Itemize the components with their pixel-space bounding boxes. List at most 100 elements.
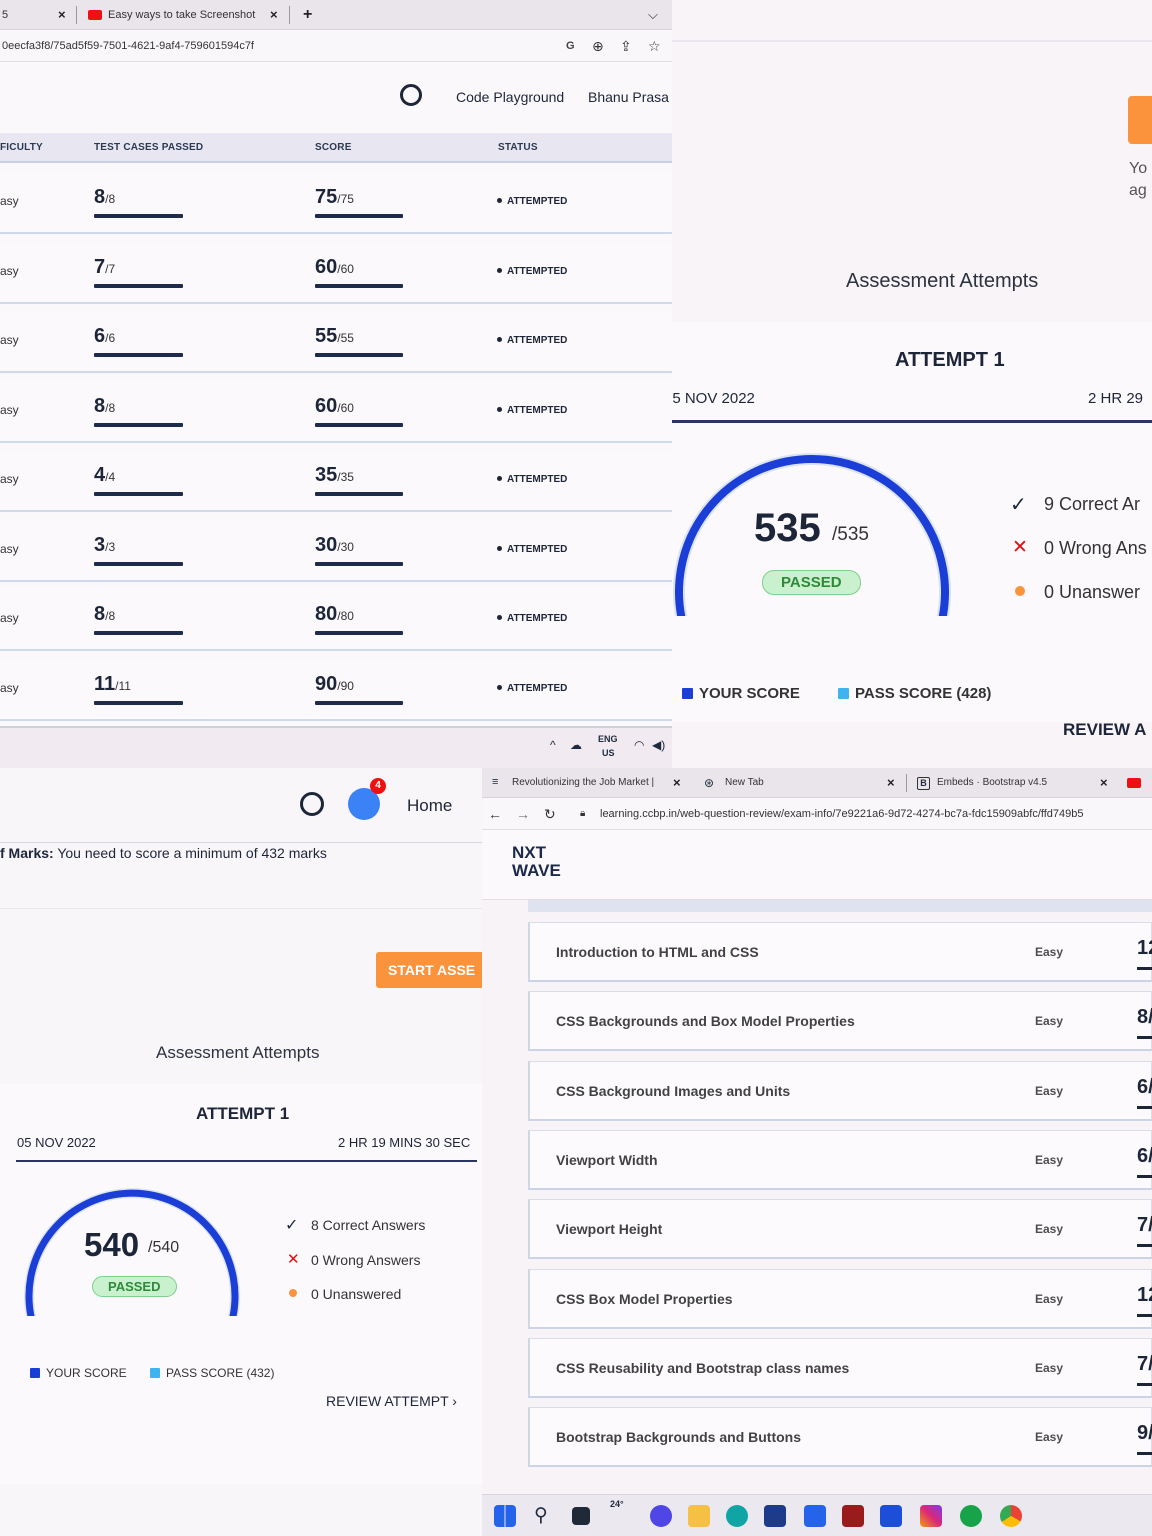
close-tab-icon[interactable]: × (673, 768, 681, 798)
tab-divider (289, 6, 290, 24)
legend-label: PASS SCORE (432) (166, 1366, 275, 1380)
status-cell: ATTEMPTED (497, 683, 567, 694)
cloud-icon[interactable]: ☁ (570, 738, 582, 752)
browser-tab-label[interactable]: New Tab (725, 768, 764, 798)
question-title: Introduction to HTML and CSS (556, 944, 759, 960)
close-tab-icon[interactable]: × (270, 0, 278, 30)
file-explorer-icon[interactable] (688, 1505, 710, 1527)
chat-app-icon[interactable] (650, 1505, 672, 1527)
review-attempt-link[interactable]: REVIEW ATTEMPT › (326, 1393, 457, 1409)
app-l-icon[interactable] (804, 1505, 826, 1527)
attempt-title: ATTEMPT 1 (895, 349, 1005, 371)
tests-passed-cell: 8/8 (94, 603, 116, 625)
user-name[interactable]: Bhanu Prasa (588, 89, 669, 105)
question-row[interactable]: Viewport Height Easy 7/ (528, 1199, 1152, 1260)
language-top[interactable]: ENG (598, 734, 618, 744)
question-score: 12 (1137, 937, 1152, 959)
question-row[interactable]: Viewport Width Easy 6/ (528, 1129, 1152, 1190)
check-icon: ✓ (285, 1217, 299, 1234)
tests-passed-bar (94, 631, 183, 635)
question-title: Viewport Height (556, 1221, 663, 1238)
install-icon[interactable]: ⊕ (592, 30, 604, 62)
google-icon[interactable]: G (566, 30, 575, 62)
question-row[interactable]: Bootstrap Backgrounds and Buttons Easy 9/ (528, 1407, 1152, 1468)
wifi-icon[interactable]: ◠ (634, 738, 644, 752)
bookmark-star-icon[interactable]: ☆ (648, 30, 661, 62)
chevron-down-icon[interactable]: ⌵ (648, 0, 658, 30)
store-icon[interactable] (764, 1505, 786, 1527)
status-cell: ATTEMPTED (497, 196, 567, 207)
address-bar[interactable]: ← → ↻ 🔒︎ learning.ccbp.in/web-question-r… (482, 798, 1152, 830)
score-bar (315, 631, 403, 635)
timer-icon[interactable] (400, 84, 422, 106)
weather-temp[interactable]: 24° (610, 1499, 624, 1509)
chevron-up-icon[interactable]: ^ (550, 738, 556, 752)
question-row[interactable]: CSS Background Images and Units Easy 6/ (528, 1060, 1152, 1121)
difficulty-cell: asy (0, 194, 19, 208)
close-tab-icon[interactable]: × (58, 0, 66, 30)
nxtwave-logo-top[interactable]: NXT (512, 844, 546, 861)
legend-your-score: YOUR SCORE (682, 685, 800, 702)
url-text[interactable]: learning.ccbp.in/web-question-review/exa… (600, 798, 1084, 830)
tests-passed-cell: 4/4 (94, 464, 116, 486)
close-tab-icon[interactable]: × (887, 768, 895, 798)
score-bar (315, 422, 403, 427)
question-row[interactable]: Introduction to HTML and CSS Easy 12 (528, 922, 1152, 982)
browser-tab-label[interactable]: Embeds · Bootstrap v4.5 (937, 768, 1047, 798)
browser-tab-label[interactable]: Easy ways to take Screenshot in (108, 0, 260, 30)
browser-tab-bar: 5 × Easy ways to take Screenshot in × + … (0, 0, 672, 30)
question-row[interactable]: CSS Backgrounds and Box Model Properties… (528, 991, 1152, 1052)
system-tray: ^ ☁ ENG US ◠ ◀) (0, 726, 672, 768)
cross-icon: ✕ (1012, 537, 1028, 558)
nxtwave-logo-bottom[interactable]: WAVE (512, 862, 561, 879)
windows-start-icon[interactable] (494, 1505, 516, 1527)
volume-icon[interactable]: ◀) (652, 738, 665, 752)
address-bar[interactable]: 0eecfa3f8/75ad5f59-7501-4621-9af4-759601… (0, 30, 672, 62)
edge-browser-icon[interactable] (726, 1505, 748, 1527)
back-arrow-icon[interactable]: ← (488, 798, 502, 830)
score-bar (315, 214, 403, 218)
nav-code-playground[interactable]: Code Playground (456, 89, 564, 105)
tests-passed-cell: 8/8 (94, 186, 116, 208)
reload-icon[interactable]: ↻ (544, 798, 556, 830)
outlook-icon[interactable] (880, 1505, 902, 1527)
legend-swatch (150, 1368, 160, 1378)
section-title: Assessment Attempts (846, 270, 1039, 292)
review-attempt-link[interactable]: REVIEW A (1063, 720, 1146, 740)
close-tab-icon[interactable]: × (1100, 768, 1108, 798)
start-assessment-button[interactable] (1128, 96, 1152, 144)
question-row[interactable]: CSS Reusability and Bootstrap class name… (528, 1337, 1152, 1398)
tests-passed-cell: 7/7 (94, 255, 116, 278)
language-bottom[interactable]: US (602, 748, 615, 758)
legend-swatch (30, 1368, 40, 1378)
forward-arrow-icon[interactable]: → (516, 798, 530, 830)
search-icon[interactable]: ⚲ (534, 1504, 548, 1527)
url-text[interactable]: 0eecfa3f8/75ad5f59-7501-4621-9af4-759601… (2, 30, 254, 62)
chrome-taskbar-icon[interactable] (1000, 1505, 1022, 1527)
side-text: Yo (1129, 160, 1148, 177)
divider (16, 1160, 477, 1162)
divider (672, 40, 1152, 42)
question-difficulty: Easy (1035, 945, 1064, 959)
task-view-icon[interactable] (572, 1507, 590, 1525)
browser-tab-label[interactable]: 5 (2, 0, 8, 30)
legend-your-score: YOUR SCORE (30, 1366, 127, 1380)
instagram-icon[interactable] (920, 1505, 942, 1527)
lock-icon[interactable]: 🔒︎ (580, 798, 585, 830)
unanswered-dot-icon (1015, 586, 1025, 596)
start-assessment-button[interactable]: START ASSE (376, 952, 482, 988)
question-score: 9/ (1137, 1422, 1152, 1445)
nav-home[interactable]: Home (407, 796, 452, 816)
browser-tab-label[interactable]: Revolutionizing the Job Market | (512, 768, 666, 798)
question-score-bar (1137, 1452, 1152, 1456)
new-tab-button[interactable]: + (303, 0, 312, 30)
share-icon[interactable]: ⇪ (620, 30, 632, 62)
whatsapp-icon[interactable] (960, 1505, 982, 1527)
score-cell: 60/60 (315, 394, 354, 417)
shield-app-icon[interactable] (842, 1505, 864, 1527)
timer-icon[interactable] (300, 792, 324, 816)
score-cell: 80/80 (315, 603, 354, 625)
question-row[interactable]: CSS Box Model Properties Easy 12 (528, 1268, 1152, 1329)
tests-total: /6 (105, 331, 116, 345)
tests-passed-bar (94, 492, 183, 496)
